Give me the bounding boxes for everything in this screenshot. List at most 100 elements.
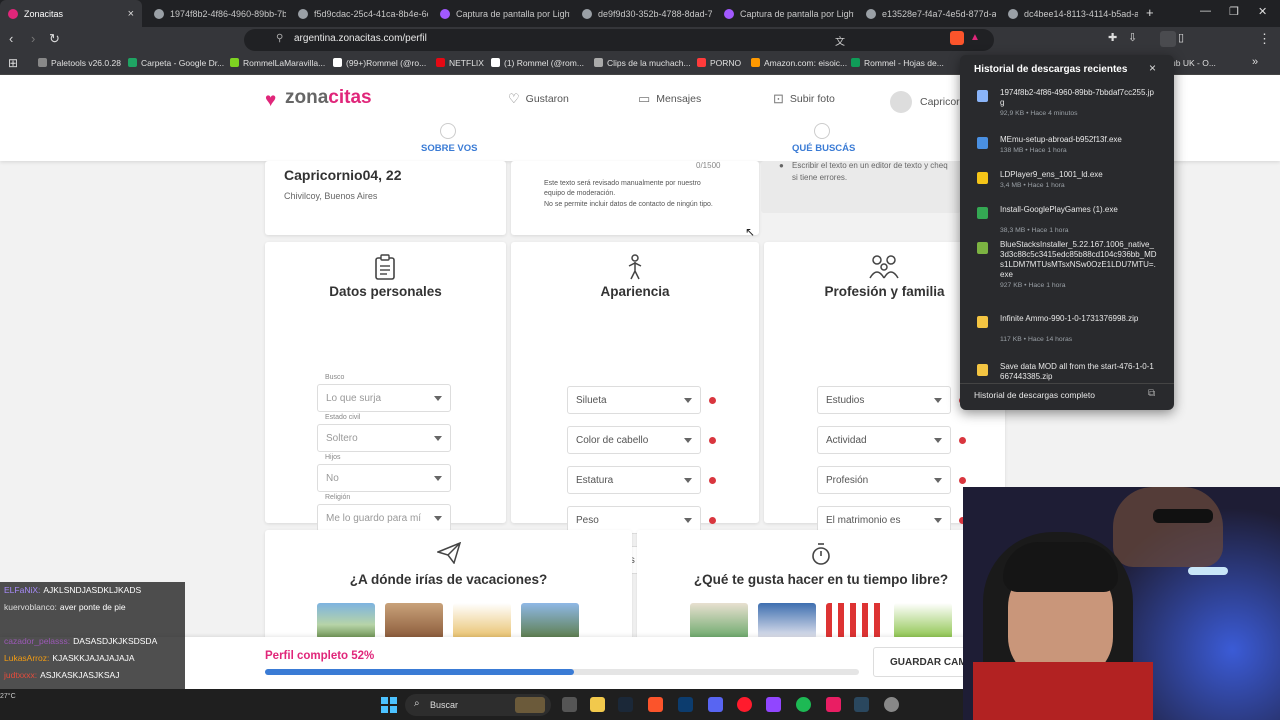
close-icon[interactable]: ×: [1149, 61, 1156, 75]
select-field[interactable]: Silueta: [567, 386, 701, 414]
brave-rewards-icon[interactable]: ▲: [970, 32, 980, 43]
tab-2[interactable]: 1974f8b2-4f86-4960-89bb-7b: [146, 0, 286, 27]
nav-subir-foto[interactable]: ⊡ Subir foto: [773, 91, 835, 107]
forward-icon[interactable]: ›: [31, 31, 35, 46]
bookmark-favicon-icon: [851, 58, 860, 67]
destination-photo[interactable]: [453, 603, 511, 639]
hobby-photo[interactable]: [826, 603, 884, 639]
full-history-link[interactable]: Historial de descargas completo: [974, 390, 1095, 400]
select-field[interactable]: Soltero: [317, 424, 451, 452]
back-icon[interactable]: ‹: [9, 31, 13, 46]
nav-profile[interactable]: Capricorn: [890, 91, 966, 113]
bookmark-item[interactable]: Rommel - Hojas de...: [851, 58, 944, 68]
hobby-photo[interactable]: [690, 603, 748, 639]
bookmark-item[interactable]: Amazon.com: eisoic...: [751, 58, 847, 68]
tab-5[interactable]: de9f9d30-352b-4788-8dad-7c: [574, 0, 712, 27]
select-field[interactable]: No: [317, 464, 451, 492]
site-info-icon[interactable]: ⚲: [276, 33, 283, 44]
moderation-note: Este texto será revisado manualmente por…: [544, 180, 701, 187]
select-field[interactable]: Estatura: [567, 466, 701, 494]
select-value: Estudios: [826, 395, 865, 406]
bookmark-favicon-icon: [697, 58, 706, 67]
tab-favicon-icon: [582, 8, 592, 19]
bookmark-favicon-icon: [594, 58, 603, 67]
file-explorer-icon[interactable]: [590, 697, 605, 712]
sidebar-icon[interactable]: ▯: [1178, 31, 1184, 44]
select-field[interactable]: Actividad: [817, 426, 951, 454]
tab-favicon-icon: [298, 8, 308, 19]
close-tab-icon[interactable]: ×: [128, 8, 134, 20]
download-meta: 927 KB • Hace 1 hora: [1000, 282, 1066, 289]
new-tab-button[interactable]: +: [1146, 5, 1154, 20]
close-window-button[interactable]: ✕: [1258, 5, 1267, 18]
hobby-photo[interactable]: [758, 603, 816, 639]
apps-icon[interactable]: ⊞: [8, 56, 18, 70]
photoshop-icon[interactable]: [678, 697, 693, 712]
tab-que-buscas[interactable]: QUÉ BUSCÁS: [792, 143, 855, 154]
tab-label: Zonacitas: [24, 8, 64, 19]
windows-start-icon[interactable]: [381, 697, 397, 713]
chevron-down-icon: [684, 438, 692, 443]
menu-icon[interactable]: ⋮: [1258, 31, 1271, 47]
destination-photo[interactable]: [521, 603, 579, 639]
open-external-icon[interactable]: ⧉: [1148, 388, 1155, 399]
downloads-icon[interactable]: ⇩: [1128, 31, 1137, 44]
valorant-icon[interactable]: [826, 697, 841, 712]
destination-photo[interactable]: [317, 603, 375, 639]
chevron-down-icon: [934, 438, 942, 443]
task-view-icon[interactable]: [562, 697, 577, 712]
tab-sobre-vos[interactable]: SOBRE VOS: [421, 143, 478, 154]
select-field[interactable]: Color de cabello: [567, 426, 701, 454]
steam-app-icon[interactable]: [854, 697, 869, 712]
tab-6[interactable]: Captura de pantalla por Lights: [716, 0, 854, 27]
tab-1[interactable]: Zonacitas ×: [0, 0, 142, 27]
bookmark-item[interactable]: Carpeta - Google Dr...: [128, 58, 224, 68]
chat-text: DASASDJKJKSDSDA: [73, 636, 158, 646]
bookmark-item[interactable]: (1) Rommel (@rom...: [491, 58, 584, 68]
bookmark-item[interactable]: PORNO: [697, 58, 741, 68]
nav-mensajes[interactable]: ▭ Mensajes: [638, 91, 701, 107]
chevron-down-icon: [934, 398, 942, 403]
taskbar-search[interactable]: ⌕ Buscar: [405, 694, 551, 716]
select-field[interactable]: Me lo guardo para mí: [317, 504, 451, 532]
app-icon[interactable]: [884, 697, 899, 712]
brave-shield-icon[interactable]: [950, 31, 964, 45]
select-field[interactable]: Estudios: [817, 386, 951, 414]
address-bar[interactable]: ⚲ argentina.zonacitas.com/perfil: [244, 29, 994, 51]
twitch-icon[interactable]: [766, 697, 781, 712]
select-field[interactable]: Lo que surja: [317, 384, 451, 412]
destination-photo[interactable]: [385, 603, 443, 639]
extensions-icon[interactable]: ✚: [1108, 31, 1117, 44]
tab-7[interactable]: e13528e7-f4a7-4e5d-877d-aa: [858, 0, 996, 27]
brave-icon[interactable]: [648, 697, 663, 712]
field-label: Busco: [325, 374, 345, 381]
tab-3[interactable]: f5d9cdac-25c4-41ca-8b4e-6c5: [290, 0, 428, 27]
discord-icon[interactable]: [708, 697, 723, 712]
bookmark-item[interactable]: NETFLIX: [436, 58, 484, 68]
chat-username: LukasArroz:: [4, 653, 50, 663]
steam-icon[interactable]: [618, 697, 633, 712]
minimize-button[interactable]: —: [1200, 5, 1211, 17]
maximize-button[interactable]: ❐: [1229, 5, 1239, 18]
bookmark-item[interactable]: Clips de la muchach...: [594, 58, 691, 68]
opera-icon[interactable]: [737, 697, 752, 712]
downloads-button[interactable]: [1160, 31, 1176, 47]
zonacitas-logo[interactable]: ♥ zonacitas: [265, 87, 372, 111]
translate-icon[interactable]: 文: [835, 33, 845, 48]
required-warning-icon: [709, 477, 716, 484]
bookmark-item[interactable]: Paletools v26.0.28: [38, 58, 121, 68]
bookmark-item[interactable]: RommelLaMaravilla...: [230, 58, 325, 68]
reload-icon[interactable]: ↻: [49, 31, 60, 47]
select-field[interactable]: Profesión: [817, 466, 951, 494]
more-bookmarks-icon[interactable]: »: [1252, 56, 1258, 68]
hobby-photo[interactable]: [894, 603, 952, 639]
webcam-overlay: [963, 487, 1280, 720]
bookmark-item[interactable]: (99+)Rommel (@ro...: [333, 58, 426, 68]
apariencia-card: Apariencia Silueta Color de cabello Estatu…: [511, 242, 759, 574]
field-label: Hijos: [325, 454, 341, 461]
nav-gustaron[interactable]: ♡ Gustaron: [508, 91, 569, 107]
spotify-icon[interactable]: [796, 697, 811, 712]
url-text: argentina.zonacitas.com/perfil: [294, 33, 427, 44]
tab-8[interactable]: dc4bee14-8113-4114-b5ad-a0: [1000, 0, 1138, 27]
tab-4[interactable]: Captura de pantalla por Lights: [432, 0, 570, 27]
